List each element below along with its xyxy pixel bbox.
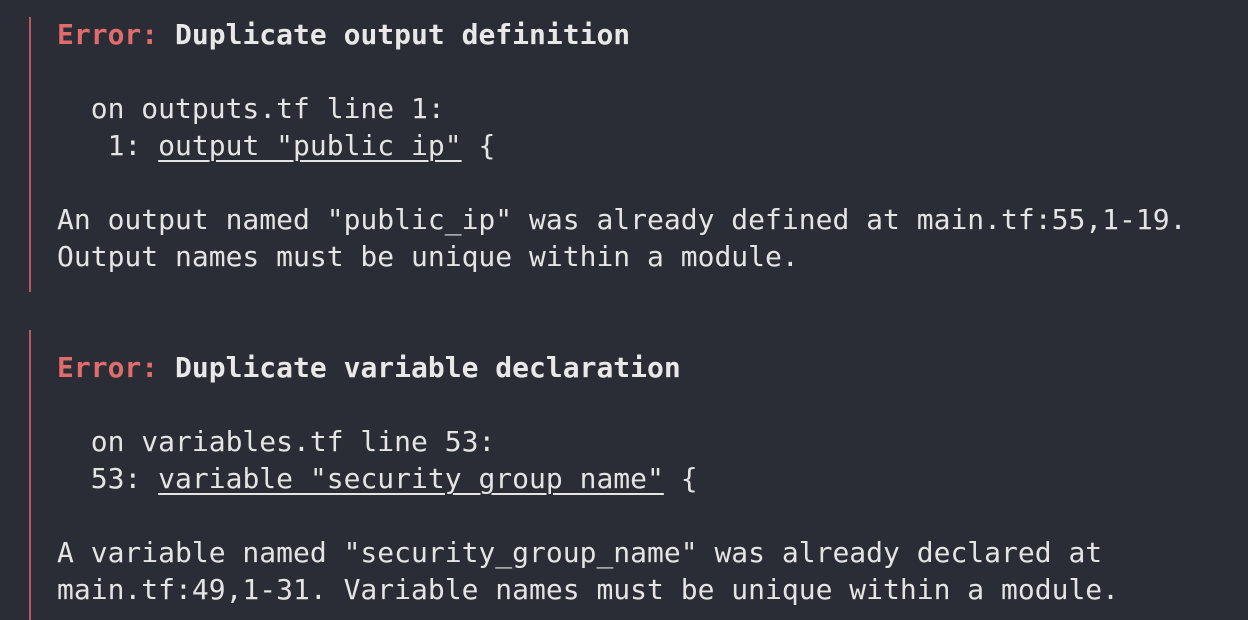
- code-highlight: output "public_ip": [158, 129, 462, 162]
- code-suffix: {: [461, 129, 496, 162]
- error-code-line: 53: variable "security_group_name" {: [57, 462, 698, 496]
- terminal-output: Error: Duplicate output definition on ou…: [0, 0, 1248, 620]
- error-block-duplicate-variable: Error: Duplicate variable declaration on…: [29, 330, 1231, 620]
- error-message-line: A variable named "security_group_name" w…: [57, 536, 1103, 569]
- error-label: Error:: [57, 18, 176, 51]
- error-heading: Error: Duplicate variable declaration: [57, 351, 681, 385]
- error-title: Duplicate output definition: [175, 18, 631, 51]
- error-label: Error:: [57, 351, 176, 384]
- error-message-line: Output names must be unique within a mod…: [57, 240, 799, 273]
- error-location: on outputs.tf line 1:: [57, 92, 445, 125]
- error-block-duplicate-output: Error: Duplicate output definition on ou…: [29, 17, 1231, 292]
- code-line-number: 1:: [57, 129, 159, 162]
- error-heading: Error: Duplicate output definition: [57, 18, 630, 52]
- error-code-line: 1: output "public_ip" {: [57, 129, 496, 163]
- error-message-line: An output named "public_ip" was already …: [57, 203, 1187, 236]
- code-line-number: 53:: [57, 462, 159, 495]
- error-title: Duplicate variable declaration: [175, 351, 681, 384]
- error-location: on variables.tf line 53:: [57, 425, 496, 458]
- error-message-line: main.tf:49,1-31. Variable names must be …: [57, 573, 1120, 606]
- code-highlight: variable "security_group_name": [158, 462, 664, 495]
- code-suffix: {: [663, 462, 698, 495]
